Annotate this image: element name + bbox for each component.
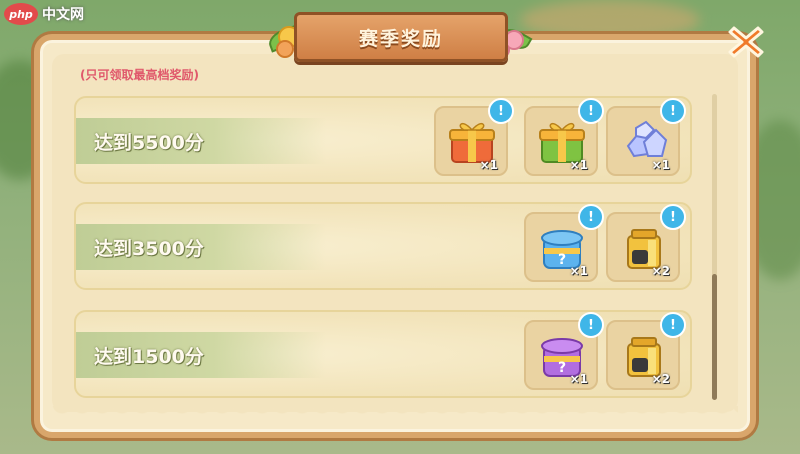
page-title: 赛季奖励 [294,12,508,62]
info-icon[interactable]: ! [578,98,604,124]
reward-quantity: ×1 [651,158,670,172]
reward-notice: (只可领取最高档奖励) [80,68,199,82]
reward-quantity: ×1 [479,158,498,172]
tier-row: 达到3500分 ? ×1 ! ×2 ! [74,202,692,290]
reward-quantity: ×2 [651,264,670,278]
reward-item-green-gift[interactable]: ×1 ! [524,98,604,176]
tier-label: 达到5500分 [76,118,326,164]
info-icon[interactable]: ! [660,98,686,124]
reward-quantity: ×2 [651,372,670,386]
tier-label: 达到3500分 [76,224,326,270]
watermark-logo: php [4,3,38,25]
scrollbar-thumb[interactable] [712,274,717,400]
info-icon[interactable]: ! [488,98,514,124]
watermark: php 中文网 [4,2,84,26]
info-icon[interactable]: ! [660,204,686,230]
reward-item-orange-gift[interactable]: ×1 ! [434,98,514,176]
watermark-text: 中文网 [42,7,84,23]
reward-item-crystal-gems[interactable]: ×1 ! [606,98,686,176]
info-icon[interactable]: ! [578,204,604,230]
reward-item-honey-jar[interactable]: ×2 ! [606,312,686,390]
tier-row: 达到1500分 ? ×1 ! ×2 ! [74,310,692,398]
reward-quantity: ×1 [569,264,588,278]
svg-text:?: ? [558,360,566,376]
reward-quantity: ×1 [569,372,588,386]
panel-scallop-edge [52,406,738,420]
close-icon [728,26,764,58]
reward-item-honey-jar[interactable]: ×2 ! [606,204,686,282]
svg-text:?: ? [558,252,566,268]
reward-item-purple-mystery-box[interactable]: ? ×1 ! [524,312,604,390]
reward-quantity: ×1 [569,158,588,172]
close-button[interactable] [726,22,766,62]
tier-label: 达到1500分 [76,332,326,378]
tier-row: 达到5500分 ×1 ! ×1 ! ×1 ! [74,96,692,184]
info-icon[interactable]: ! [660,312,686,338]
scrollbar[interactable] [712,94,717,400]
orange-flower-icon [276,40,294,58]
reward-item-blue-mystery-box[interactable]: ? ×1 ! [524,204,604,282]
info-icon[interactable]: ! [578,312,604,338]
